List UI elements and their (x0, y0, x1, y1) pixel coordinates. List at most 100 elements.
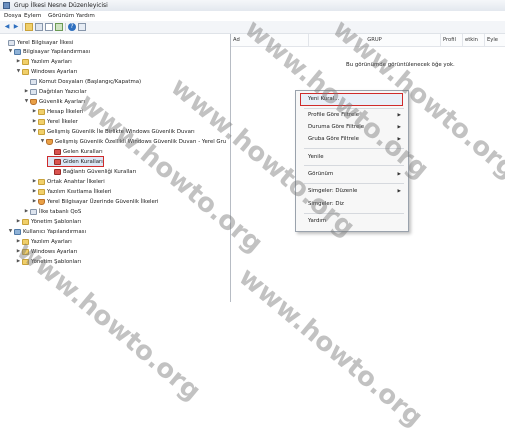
export-icon[interactable] (55, 23, 63, 31)
tree-item-firewall-local-gpo[interactable]: ▼ Gelişmiş Güvenlik Özellikli Windows Gü… (40, 137, 226, 146)
forward-arrow-icon[interactable]: ▶ (12, 23, 20, 31)
tree-item-local-policy[interactable]: Yerel Bilgisayar İlkesi (2, 38, 73, 47)
menu-item-filter-group[interactable]: Gruba Göre Filtrele (308, 136, 359, 142)
tree-item-printers[interactable]: ▶ Dağıtılan Yazıcılar (24, 87, 87, 96)
menu-item-help[interactable]: Yardım (308, 218, 326, 224)
tree-item-label: Yönetim Şablonları (31, 218, 82, 225)
tree-item-scripts[interactable]: Komut Dosyaları (Başlangıç/Kapatma) (24, 77, 141, 86)
context-menu: Yeni Kural... Profile Göre Filtrele ▶ Du… (295, 90, 409, 232)
tree-item-label: Güvenlik Ayarları (39, 98, 85, 105)
show-tree-icon[interactable] (35, 23, 43, 31)
help-icon[interactable]: ? (68, 23, 76, 31)
menu-view[interactable]: Görünüm (48, 13, 74, 19)
expand-arrow-icon[interactable]: ▶ (16, 239, 21, 244)
expand-arrow-icon[interactable]: ▼ (40, 139, 45, 144)
script-icon (30, 78, 37, 85)
column-header-profile[interactable]: Profil (441, 34, 463, 46)
expand-arrow-icon[interactable]: ▶ (16, 219, 21, 224)
expand-arrow-icon[interactable]: ▶ (16, 259, 21, 264)
menu-item-arrange-icons[interactable]: Simgeler: Düzenle (308, 188, 357, 194)
expand-arrow-icon[interactable]: ▶ (16, 249, 21, 254)
toolbar-separator (65, 23, 66, 31)
tree-item-label: Yerel Bilgisayar İlkesi (17, 39, 74, 46)
expand-arrow-icon[interactable]: ▼ (16, 69, 21, 74)
tree-item-software-restriction[interactable]: ▶ Yazılım Kısıtlama İlkeleri (32, 187, 112, 196)
tree-item-label: Gelişmiş Güvenlik İle Birlikte Windows G… (47, 128, 195, 135)
tree-item-admin-templates[interactable]: ▶ Yönetim Şablonları (16, 217, 81, 226)
tree-item-security-settings[interactable]: ▼ Güvenlik Ayarları (24, 97, 85, 106)
expand-arrow-icon[interactable]: ▶ (32, 199, 37, 204)
back-arrow-icon[interactable]: ◀ (3, 23, 11, 31)
tree-item-label: Yerel İlkeler (47, 118, 78, 125)
tree-item-ip-security-policies[interactable]: ▶ Yerel Bilgisayar Üzerinde Güvenlik İlk… (32, 197, 159, 206)
menu-item-filter-state[interactable]: Duruma Göre Filtrele (308, 124, 364, 130)
menu-separator (304, 183, 404, 184)
tree-item-software-settings[interactable]: ▶ Yazılım Ayarları (16, 57, 72, 66)
expand-arrow-icon[interactable]: ▶ (32, 179, 37, 184)
tree-item-user-windows-settings[interactable]: ▶ Windows Ayarları (16, 247, 77, 256)
tree-item-windows-settings[interactable]: ▼ Windows Ayarları (16, 67, 77, 76)
inbound-rules-icon (54, 148, 61, 155)
up-folder-icon[interactable] (25, 23, 33, 31)
tree-item-label: Windows Ayarları (31, 68, 78, 75)
column-header-group[interactable]: GRUP (309, 34, 441, 46)
column-header-name[interactable]: Ad (231, 34, 309, 46)
tree-item-label: Dağıtılan Yazıcılar (39, 88, 87, 95)
policy-icon (8, 39, 15, 46)
expand-arrow-icon[interactable]: ▶ (32, 109, 37, 114)
tree-item-qos[interactable]: ▶ İlke tabanlı QoS (24, 207, 81, 216)
tree-item-label: Bilgisayar Yapılandırması (23, 48, 91, 55)
tree-item-public-key-policies[interactable]: ▶ Ortak Anahtar İlkeleri (32, 177, 105, 186)
menu-separator (304, 213, 404, 214)
tree-item-label: Yazılım Kısıtlama İlkeleri (47, 188, 112, 195)
menu-file[interactable]: Dosya (4, 13, 21, 19)
tree-item-windows-firewall[interactable]: ▼ Gelişmiş Güvenlik İle Birlikte Windows… (32, 127, 195, 136)
menu-item-new-rule[interactable]: Yeni Kural... (308, 96, 339, 102)
menu-separator (304, 148, 404, 149)
expand-arrow-icon[interactable]: ▶ (32, 119, 37, 124)
tree-item-local-policies[interactable]: ▶ Yerel İlkeler (32, 117, 78, 126)
tree-item-label: İlke tabanlı QoS (39, 208, 82, 215)
tree-item-outbound-rules[interactable]: Giden Kuralları (47, 156, 104, 167)
expand-arrow-icon[interactable]: ▶ (24, 89, 29, 94)
submenu-arrow-icon: ▶ (397, 189, 401, 194)
tree-item-label: Yerel Bilgisayar Üzerinde Güvenlik İlkel… (47, 198, 159, 205)
outbound-rules-icon (54, 158, 61, 165)
expand-arrow-icon[interactable]: ▶ (24, 209, 29, 214)
menu-action[interactable]: Eylem (24, 13, 41, 19)
column-header-action[interactable]: Eyle (485, 34, 505, 46)
expand-arrow-icon[interactable]: ▶ (16, 59, 21, 64)
tree-item-label: Giden Kuralları (63, 158, 103, 165)
tree-item-connection-security-rules[interactable]: Bağlantı Güvenliği Kuralları (48, 167, 136, 176)
tree-item-user-config[interactable]: ▼ Kullanıcı Yapılandırması (8, 227, 86, 236)
properties-icon[interactable] (45, 23, 53, 31)
tree-item-label: Yazılım Ayarları (31, 58, 72, 65)
folder-icon (38, 128, 45, 135)
menu-item-line-up-icons[interactable]: Simgeler: Diz (308, 201, 344, 207)
menu-item-filter-profile[interactable]: Profile Göre Filtrele (308, 112, 359, 118)
folder-icon (38, 178, 45, 185)
submenu-arrow-icon: ▶ (397, 113, 401, 118)
tree-item-computer-config[interactable]: ▼ Bilgisayar Yapılandırması (8, 47, 90, 56)
tree-item-inbound-rules[interactable]: Gelen Kuralları (48, 147, 103, 156)
submenu-arrow-icon: ▶ (397, 137, 401, 142)
expand-arrow-icon[interactable]: ▼ (24, 99, 29, 104)
printer-icon (30, 88, 37, 95)
menu-separator (304, 108, 404, 109)
tree-item-account-policies[interactable]: ▶ Hesap İlkeleri (32, 107, 83, 116)
header-divider (231, 46, 505, 47)
menu-help[interactable]: Yardım (76, 13, 95, 19)
tree-item-user-software-settings[interactable]: ▶ Yazılım Ayarları (16, 237, 72, 246)
column-header-enabled[interactable]: etkin (463, 34, 485, 46)
console-icon[interactable] (78, 23, 86, 31)
tree-item-user-admin-templates[interactable]: ▶ Yönetim Şablonları (16, 257, 81, 266)
expand-arrow-icon[interactable]: ▼ (8, 49, 13, 54)
folder-icon (38, 108, 45, 115)
expand-arrow-icon[interactable]: ▼ (8, 229, 13, 234)
expand-arrow-icon[interactable]: ▶ (32, 189, 37, 194)
tree-item-label: Komut Dosyaları (Başlangıç/Kapatma) (39, 78, 142, 85)
expand-arrow-icon[interactable]: ▼ (32, 129, 37, 134)
menu-item-view[interactable]: Görünüm (308, 171, 333, 177)
qos-icon (30, 208, 37, 215)
menu-item-refresh[interactable]: Yenile (308, 154, 324, 160)
